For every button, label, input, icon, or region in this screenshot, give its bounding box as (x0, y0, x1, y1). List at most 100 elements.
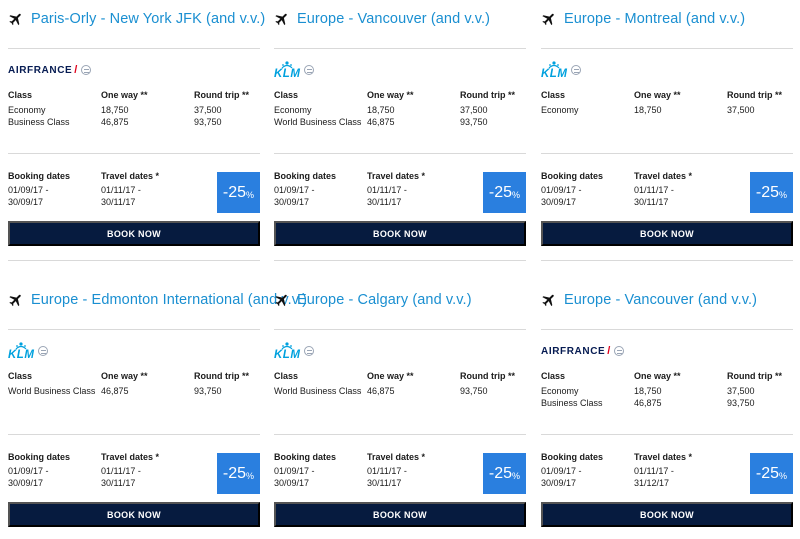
discount-value: -25 (222, 464, 247, 482)
route-link[interactable]: Europe - Vancouver (and v.v.) (274, 8, 490, 30)
airplane-icon (541, 11, 557, 27)
book-now-button[interactable]: BOOK NOW (541, 221, 793, 246)
fare-one-way: 18,750 (367, 105, 395, 115)
dates-block: Booking dates 01/09/17 - 30/09/17 Travel da… (274, 170, 474, 208)
klm-wordmark: KLM (8, 341, 35, 361)
round-trip-header: Round trip ** (460, 371, 515, 381)
fare-row: Economy 18,750 37,500 (274, 104, 526, 116)
booking-date-to: 30/09/17 (541, 478, 577, 488)
discount-badge: -25% (483, 172, 526, 213)
klm-wordmark: KLM (274, 341, 301, 361)
route-title: Europe - Montreal (and v.v.) (564, 11, 746, 27)
book-now-button[interactable]: BOOK NOW (8, 221, 260, 246)
booking-dates: Booking dates 01/09/17 - 30/09/17 (274, 170, 367, 208)
travel-dates-label: Travel dates * (101, 171, 160, 181)
booking-date-from: 01/09/17 - (541, 466, 582, 476)
booking-date-to: 30/09/17 (274, 197, 310, 207)
booking-dates-label: Booking dates (541, 171, 604, 181)
route-title: Europe - Vancouver (and v.v.) (564, 292, 758, 308)
offer-card: Paris-Orly - New York JFK (and v.v.) AIRF… (8, 0, 265, 262)
travel-dates: Travel dates * 01/11/17 - 30/11/17 (634, 170, 727, 208)
airfrance-logo: AIRFRANCE / (541, 341, 625, 361)
fare-round-trip: 93,750 (194, 386, 222, 396)
dates-block: Booking dates 01/09/17 - 30/09/17 Travel da… (8, 451, 208, 489)
fare-row: World Business Class 46,875 93,750 (274, 116, 526, 128)
book-now-button[interactable]: BOOK NOW (274, 221, 526, 246)
discount-badge: -25% (217, 172, 260, 213)
fares-table: Class One way ** Round trip ** Economy 18,75… (541, 370, 793, 409)
travel-date-from: 01/11/17 - (101, 185, 141, 195)
booking-date-to: 30/09/17 (274, 478, 310, 488)
klm-logo: KLM (541, 60, 582, 80)
fare-round-trip: 37,500 (727, 105, 755, 115)
divider (8, 48, 260, 49)
klm-logo: KLM (8, 341, 49, 361)
travel-date-from: 01/11/17 - (634, 466, 674, 476)
offer-card: Europe - Edmonton International (and v.v… (8, 281, 307, 539)
discount-unit: % (246, 189, 255, 200)
book-now-button[interactable]: BOOK NOW (274, 502, 526, 527)
divider (274, 329, 526, 330)
booking-dates-label: Booking dates (8, 171, 71, 181)
fare-row: Business Class 46,875 93,750 (8, 116, 260, 128)
one-way-header: One way ** (634, 90, 681, 100)
route-link[interactable]: Europe - Calgary (and v.v.) (274, 289, 472, 311)
klm-logo-text: KLM (274, 348, 301, 361)
fare-round-trip: 93,750 (460, 386, 488, 396)
fare-class: Business Class (541, 398, 603, 408)
route-title: Paris-Orly - New York JFK (and v.v.) (31, 11, 266, 27)
round-trip-header: Round trip ** (727, 371, 782, 381)
one-way-header: One way ** (367, 90, 414, 100)
booking-dates: Booking dates 01/09/17 - 30/09/17 (541, 170, 634, 208)
discount-value: -25 (488, 464, 513, 482)
fares-header: Class One way ** Round trip ** (274, 89, 526, 101)
book-now-button[interactable]: BOOK NOW (8, 502, 260, 527)
fare-round-trip: 37,500 (194, 105, 222, 115)
route-link[interactable]: Paris-Orly - New York JFK (and v.v.) (8, 8, 265, 30)
booking-date-to: 30/09/17 (8, 197, 44, 207)
divider (8, 434, 260, 435)
one-way-header: One way ** (367, 371, 414, 381)
route-link[interactable]: Europe - Edmonton International (and v.v… (8, 289, 307, 311)
fares-table: Class One way ** Round trip ** Economy 18,75… (274, 89, 526, 128)
booking-date-from: 01/09/17 - (8, 466, 49, 476)
airfrance-stripe-icon: / (607, 345, 611, 357)
klm-logo-text: KLM (8, 348, 35, 361)
class-header: Class (274, 90, 299, 100)
route-link[interactable]: Europe - Vancouver (and v.v.) (541, 289, 757, 311)
discount-badge: -25% (750, 172, 793, 213)
route-link[interactable]: Europe - Montreal (and v.v.) (541, 8, 745, 30)
airfrance-logo: AIRFRANCE / (8, 60, 92, 80)
klm-wordmark: KLM (274, 60, 300, 80)
skyteam-icon (81, 65, 92, 75)
offer-card: Europe - Calgary (and v.v.) KLM Class One w… (274, 281, 526, 539)
fare-one-way: 18,750 (634, 386, 662, 396)
travel-dates-label: Travel dates * (367, 452, 426, 462)
fare-one-way: 46,875 (101, 386, 129, 396)
airfrance-logo-text: AIRFRANCE (541, 345, 606, 357)
discount-value: -25 (222, 183, 247, 201)
travel-dates-label: Travel dates * (367, 171, 426, 181)
travel-date-to: 30/11/17 (101, 197, 136, 207)
discount-value: -25 (488, 183, 513, 201)
class-header: Class (541, 371, 566, 381)
fare-one-way: 46,875 (367, 117, 395, 127)
fare-row: Economy 18,750 37,500 (541, 385, 793, 397)
fare-class: World Business Class (274, 386, 362, 396)
booking-dates-label: Booking dates (274, 171, 337, 181)
skyteam-icon (304, 346, 315, 356)
booking-date-from: 01/09/17 - (8, 185, 49, 195)
fare-class: World Business Class (274, 117, 362, 127)
fare-round-trip: 37,500 (727, 386, 755, 396)
travel-date-to: 31/12/17 (634, 478, 670, 488)
booking-dates: Booking dates 01/09/17 - 30/09/17 (8, 451, 101, 489)
travel-dates: Travel dates * 01/11/17 - 30/11/17 (367, 170, 460, 208)
divider (274, 153, 526, 154)
booking-dates: Booking dates 01/09/17 - 30/09/17 (8, 170, 101, 208)
divider (274, 434, 526, 435)
booking-date-to: 30/09/17 (8, 478, 44, 488)
klm-wordmark: KLM (541, 60, 567, 80)
fare-one-way: 46,875 (634, 398, 662, 408)
route-title: Europe - Edmonton International (and v.v… (31, 292, 308, 308)
book-now-button[interactable]: BOOK NOW (541, 502, 793, 527)
